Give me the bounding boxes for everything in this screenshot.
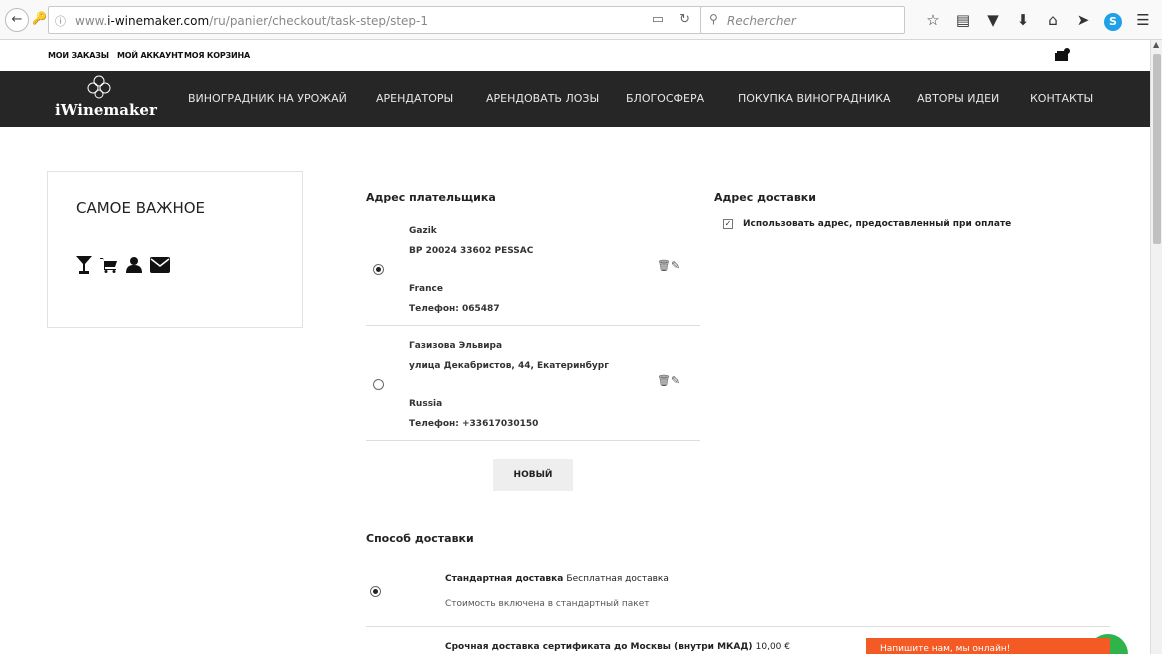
send-icon[interactable]: ➤ bbox=[1068, 8, 1098, 32]
shipping-name: Срочная доставка сертификата до Москвы (… bbox=[445, 642, 753, 652]
logo-text[interactable]: iWinemaker bbox=[55, 101, 157, 119]
nav-tenants[interactable]: АРЕНДАТОРЫ bbox=[376, 92, 453, 105]
address-phone: Телефон: +33617030150 bbox=[409, 419, 539, 429]
url-text[interactable]: www.i-winemaker.com/ru/panier/checkout/t… bbox=[75, 14, 428, 28]
address-name: Gazik bbox=[409, 226, 437, 236]
address-divider bbox=[366, 440, 700, 441]
reading-list-icon[interactable]: ▤ bbox=[948, 8, 978, 32]
toolbar-icons: ☆ ▤ ▼ ⬇ ⌂ ➤ S ☰ bbox=[918, 8, 1158, 32]
billing-address-1-radio[interactable] bbox=[373, 264, 384, 275]
address-street: BP 20024 33602 PESSAC bbox=[409, 246, 534, 256]
shipping-standard-radio[interactable] bbox=[370, 586, 381, 597]
menu-icon[interactable]: ☰ bbox=[1128, 8, 1158, 32]
address-divider bbox=[366, 325, 700, 326]
nav-buy-vineyard[interactable]: ПОКУПКА ВИНОГРАДНИКА bbox=[738, 92, 891, 105]
new-address-button[interactable]: НОВЫЙ bbox=[493, 459, 573, 491]
billing-title: Адрес плательщика bbox=[366, 191, 496, 204]
cart-icon[interactable] bbox=[1054, 48, 1070, 66]
shipping-price: Бесплатная доставка bbox=[566, 574, 669, 584]
address-actions: 🗑✎ bbox=[657, 259, 680, 272]
home-icon[interactable]: ⌂ bbox=[1038, 8, 1068, 32]
shipping-option-express-title: Срочная доставка сертификата до Москвы (… bbox=[445, 642, 790, 652]
address-phone: Телефон: 065487 bbox=[409, 304, 500, 314]
chat-widget[interactable]: Напишите нам, мы онлайн! bbox=[866, 638, 1110, 654]
reader-view-icon[interactable]: ▭ bbox=[652, 12, 664, 27]
address-bar[interactable]: ⓘ www.i-winemaker.com/ru/panier/checkout… bbox=[48, 6, 703, 34]
billing-address-2-radio[interactable] bbox=[373, 379, 384, 390]
back-arrow-icon[interactable]: ← bbox=[5, 8, 29, 32]
important-title: САМОЕ ВАЖНОЕ bbox=[76, 199, 206, 217]
scroll-up-icon[interactable]: ▲ bbox=[1153, 40, 1159, 49]
scroll-thumb[interactable] bbox=[1153, 54, 1161, 244]
nav-idea-authors[interactable]: АВТОРЫ ИДЕИ bbox=[917, 92, 999, 105]
address-country: France bbox=[409, 284, 443, 294]
important-box: САМОЕ ВАЖНОЕ bbox=[47, 171, 303, 328]
nav-vineyard-harvest[interactable]: ВИНОГРАДНИК НА УРОЖАЙ bbox=[188, 92, 347, 105]
download-icon[interactable]: ⬇ bbox=[1008, 8, 1038, 32]
billing-address-2[interactable]: Газизова Эльвира улица Декабристов, 44, … bbox=[366, 330, 700, 440]
billing-address-1[interactable]: Gazik BP 20024 33602 PESSAC 🗑✎ France Те… bbox=[366, 215, 700, 325]
shipping-title: Способ доставки bbox=[366, 532, 474, 545]
edit-icon[interactable]: ✎ bbox=[671, 374, 680, 387]
browser-toolbar: ← 🔑 ⓘ www.i-winemaker.com/ru/panier/chec… bbox=[0, 0, 1162, 40]
pocket-icon[interactable]: ▼ bbox=[978, 8, 1008, 32]
my-orders-link[interactable]: МОИ ЗАКАЗЫ bbox=[48, 51, 109, 60]
my-account-link[interactable]: МОЙ АККАУНТ bbox=[117, 51, 183, 60]
use-billing-label: Использовать адрес, предоставленный при … bbox=[743, 219, 1012, 229]
cart-icon[interactable] bbox=[100, 257, 118, 273]
nav-contacts[interactable]: КОНТАКТЫ bbox=[1030, 92, 1093, 105]
important-icons bbox=[76, 256, 170, 274]
reload-icon[interactable]: ↻ bbox=[679, 12, 690, 27]
my-cart-link[interactable]: МОЯ КОРЗИНА bbox=[184, 51, 250, 60]
glass-icon[interactable] bbox=[76, 256, 92, 274]
shipping-description: Стоимость включена в стандартный пакет bbox=[445, 599, 650, 609]
address-street: улица Декабристов, 44, Екатеринбург bbox=[409, 361, 609, 371]
address-actions: 🗑✎ bbox=[657, 374, 680, 387]
top-links-bar: МОИ ЗАКАЗЫ МОЙ АККАУНТ МОЯ КОРЗИНА bbox=[0, 40, 1150, 71]
delete-icon[interactable]: 🗑 bbox=[657, 374, 671, 387]
address-country: Russia bbox=[409, 399, 443, 409]
logo-grapes-icon[interactable] bbox=[86, 75, 112, 99]
edit-icon[interactable]: ✎ bbox=[671, 259, 680, 272]
star-icon[interactable]: ☆ bbox=[918, 8, 948, 32]
shipping-name: Стандартная доставка bbox=[445, 574, 564, 584]
search-placeholder: Rechercher bbox=[727, 14, 796, 28]
nav-rent-vines[interactable]: АРЕНДОВАТЬ ЛОЗЫ bbox=[486, 92, 599, 105]
shipping-divider bbox=[366, 626, 1110, 627]
skype-icon[interactable]: S bbox=[1098, 8, 1128, 32]
search-icon: ⚲ bbox=[709, 12, 718, 26]
nav-blogosphere[interactable]: БЛОГОСФЕРА bbox=[626, 92, 704, 105]
shipping-price: 10,00 € bbox=[755, 642, 790, 652]
site-identity-icon[interactable]: 🔑 bbox=[32, 11, 47, 25]
delivery-title: Адрес доставки bbox=[714, 191, 816, 204]
search-bar[interactable]: ⚲ Rechercher bbox=[700, 6, 905, 34]
user-icon[interactable] bbox=[126, 257, 142, 273]
shipping-option-standard-title: Стандартная доставка Бесплатная доставка bbox=[445, 574, 669, 584]
page-scrollbar[interactable]: ▲ bbox=[1150, 40, 1162, 654]
delete-icon[interactable]: 🗑 bbox=[657, 259, 671, 272]
info-icon[interactable]: ⓘ bbox=[55, 13, 66, 29]
main-navigation: iWinemaker ВИНОГРАДНИК НА УРОЖАЙ АРЕНДАТ… bbox=[0, 71, 1150, 127]
use-billing-checkbox[interactable]: ✓ bbox=[723, 219, 733, 229]
address-name: Газизова Эльвира bbox=[409, 341, 503, 351]
envelope-icon[interactable] bbox=[150, 257, 170, 273]
